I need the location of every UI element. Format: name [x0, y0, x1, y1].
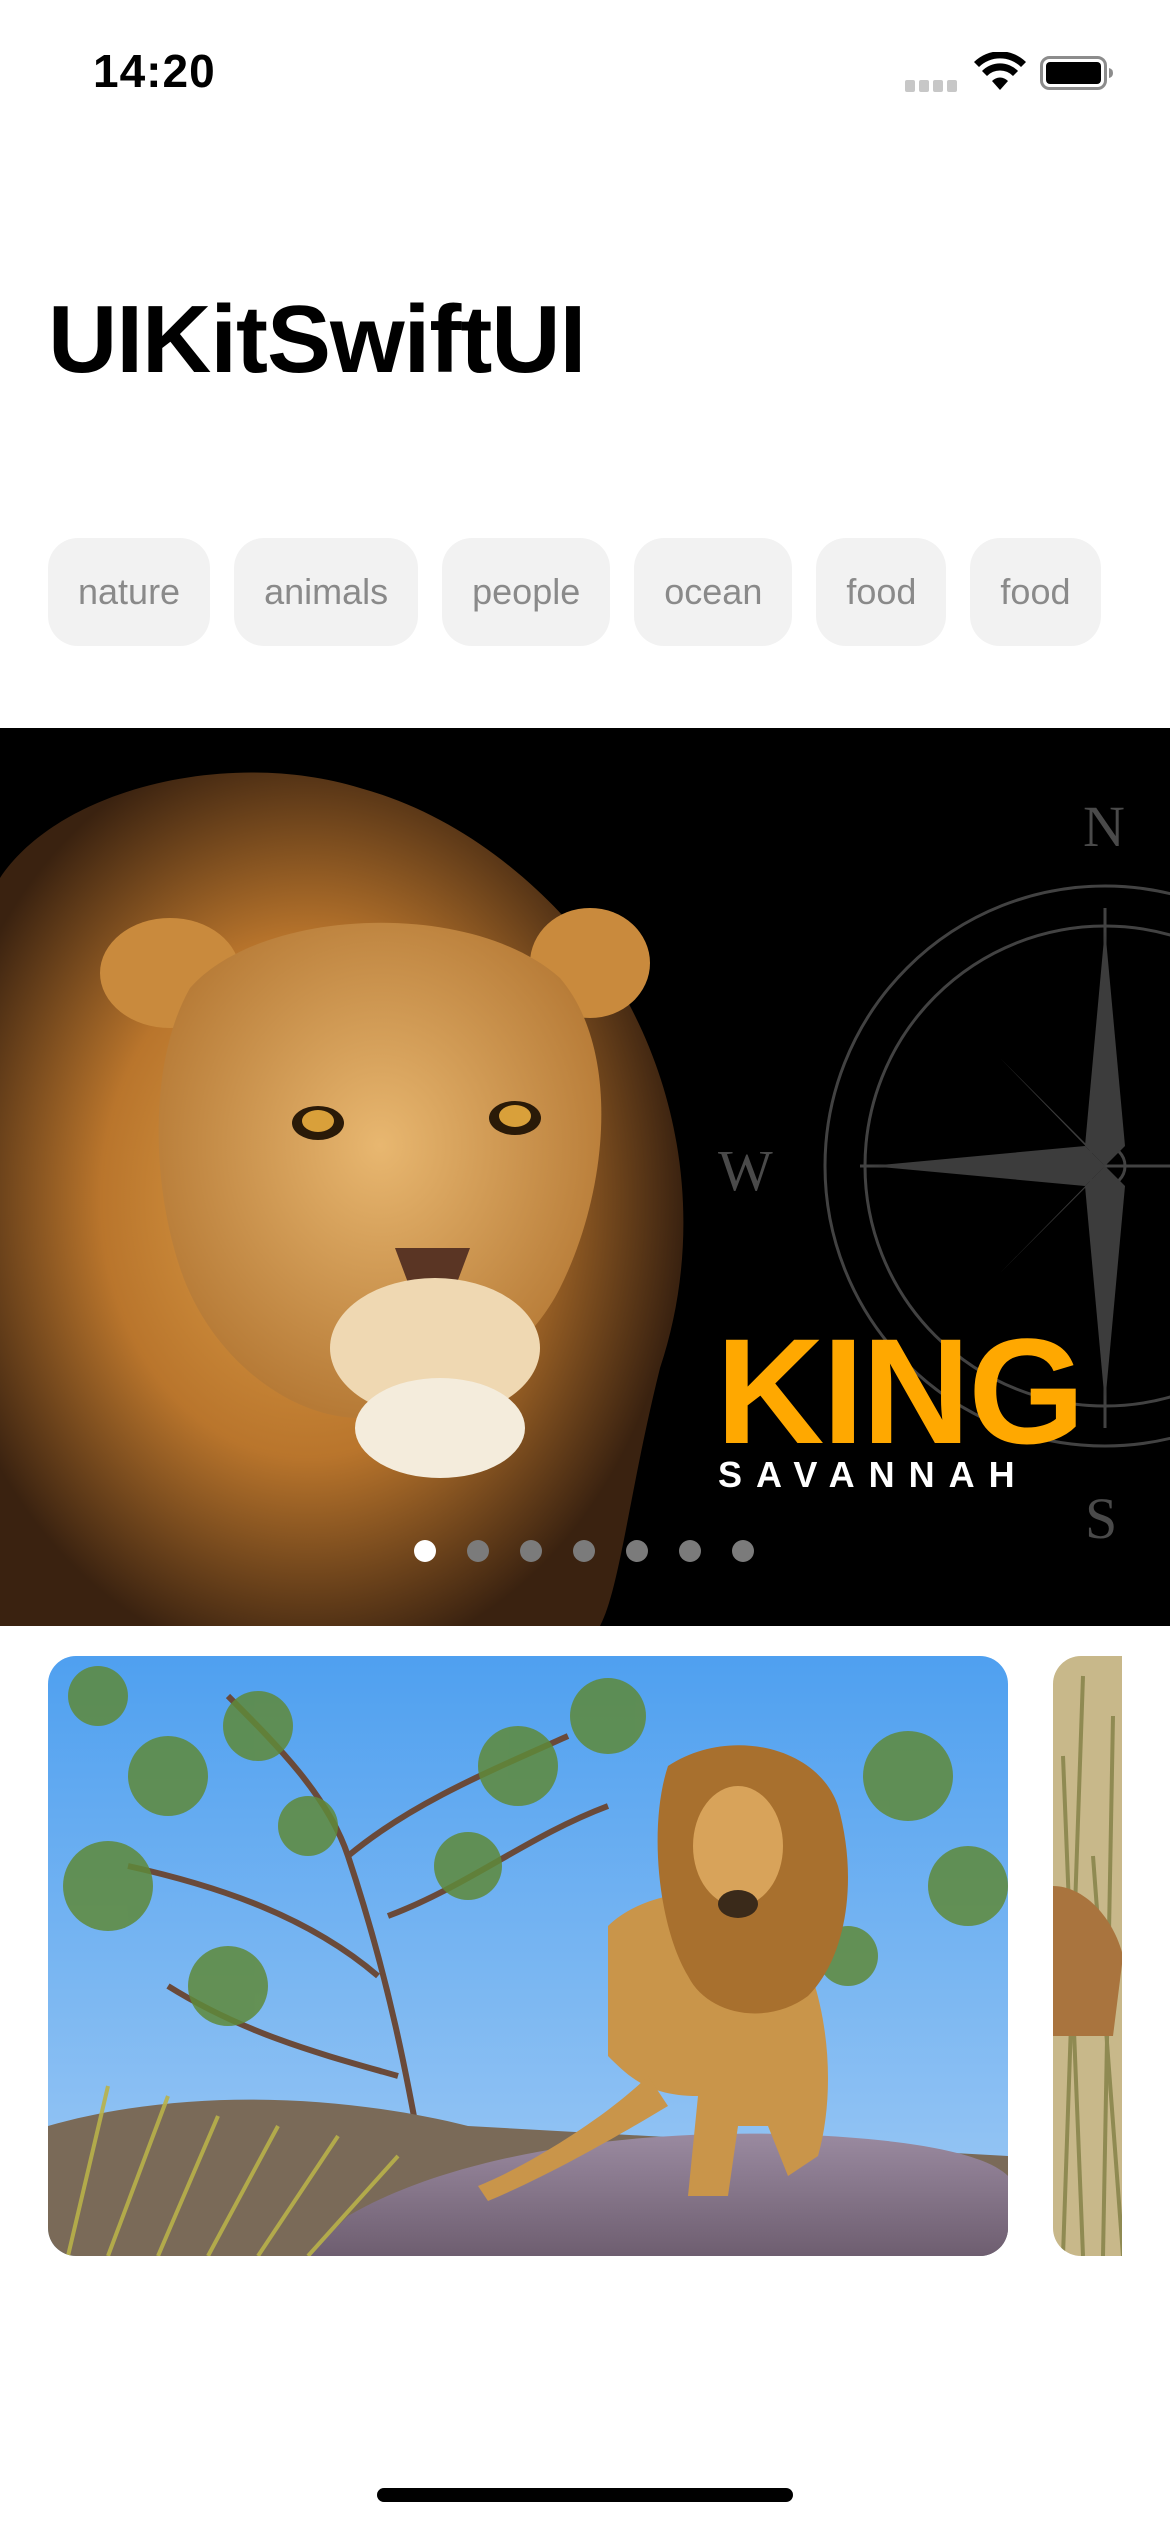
page-dot[interactable]	[626, 1540, 648, 1562]
category-chip[interactable]: food	[816, 538, 947, 646]
hero-banner[interactable]: N W S KING SAVANNAH	[0, 728, 1170, 1626]
category-chip[interactable]: people	[442, 538, 611, 646]
page-dot[interactable]	[467, 1540, 489, 1562]
photo-card[interactable]	[48, 1656, 1008, 2256]
cellular-signal-icon	[905, 80, 957, 92]
page-dot[interactable]	[520, 1540, 542, 1562]
compass-west-label: W	[718, 1138, 773, 1203]
compass-south-label: S	[1085, 1486, 1117, 1551]
lion-on-rock-image	[48, 1656, 1008, 2256]
page-dot[interactable]	[732, 1540, 754, 1562]
category-chip-list[interactable]: nature animals people ocean food food	[48, 538, 1122, 648]
compass-north-label: N	[1083, 794, 1125, 859]
home-indicator[interactable]	[377, 2488, 793, 2502]
page-indicator[interactable]	[414, 1540, 785, 1564]
page-dot[interactable]	[573, 1540, 595, 1562]
category-chip[interactable]: animals	[234, 538, 419, 646]
page-dot[interactable]	[679, 1540, 701, 1562]
photo-card[interactable]	[1053, 1656, 1122, 2256]
category-chip[interactable]: nature	[48, 538, 211, 646]
photo-card-list[interactable]	[48, 1656, 1122, 2256]
category-chip[interactable]: food	[970, 538, 1101, 646]
wifi-icon	[974, 52, 1026, 90]
hero-subtitle: SAVANNAH	[718, 1454, 1029, 1495]
battery-icon	[1040, 56, 1113, 90]
lion-in-grass-image	[1053, 1656, 1122, 2256]
page-dot-active[interactable]	[414, 1540, 436, 1562]
page-title: UIKitSwiftUI	[48, 286, 586, 393]
status-time: 14:20	[93, 45, 216, 97]
status-bar: 14:20	[0, 0, 1170, 140]
category-chip[interactable]: ocean	[634, 538, 793, 646]
hero-title: KING	[716, 1307, 1085, 1475]
